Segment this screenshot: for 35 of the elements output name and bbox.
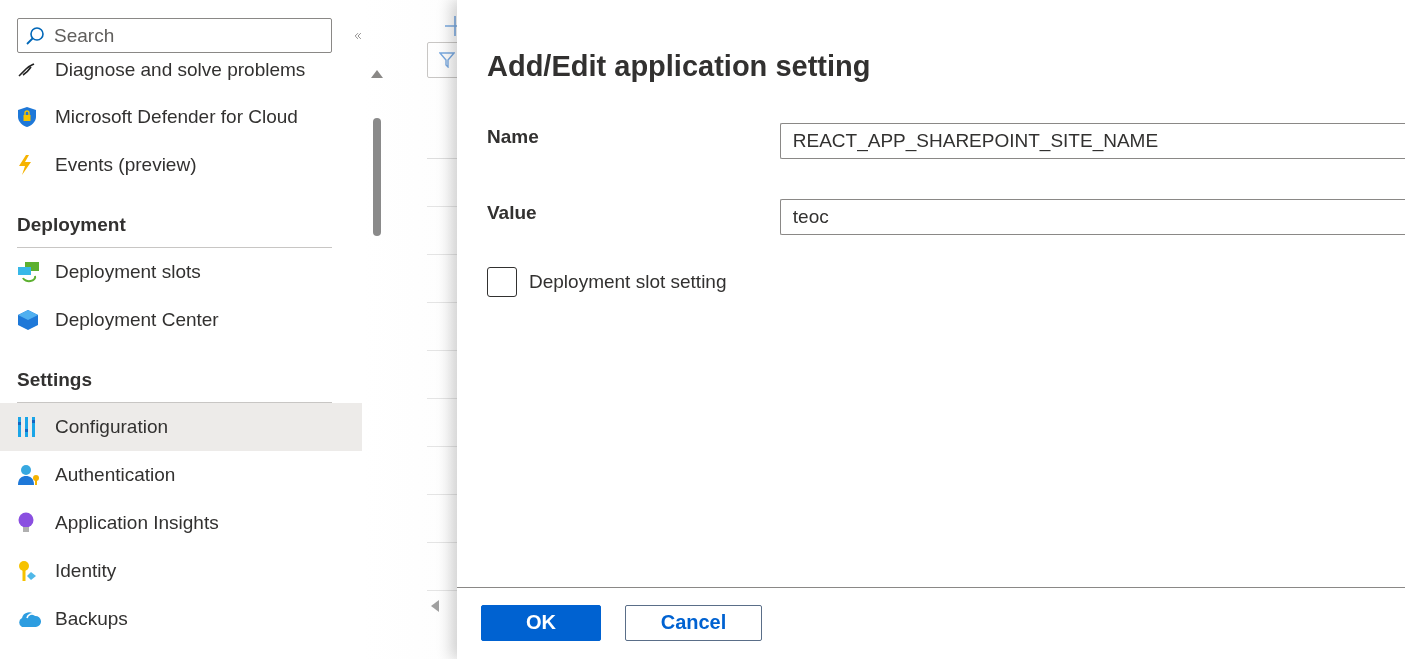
lightning-icon <box>17 154 33 176</box>
field-label: Value <box>487 202 538 224</box>
checkbox[interactable] <box>487 267 517 297</box>
nav-item[interactable]: Application Insights <box>0 499 362 547</box>
scroll-left-icon[interactable] <box>431 600 439 612</box>
checkbox-label: Deployment slot setting <box>529 271 727 293</box>
sliders-icon <box>17 416 37 438</box>
slots-icon <box>17 261 41 283</box>
nav-item[interactable]: Authentication <box>0 451 362 499</box>
nav-item[interactable]: Deployment Center <box>0 296 362 344</box>
user-key-icon <box>17 464 41 486</box>
key-icon <box>17 560 37 582</box>
nav-item[interactable]: Diagnose and solve problems <box>0 53 362 93</box>
input-field[interactable]: teoc <box>779 199 1405 235</box>
shield-icon <box>17 106 37 128</box>
nav-item[interactable]: Events (preview) <box>0 141 362 189</box>
filter-icon <box>439 52 455 68</box>
input-field[interactable]: REACT_APP_SHAREPOINT_SITE_NAME <box>779 123 1405 159</box>
search-icon <box>25 26 45 46</box>
section-header: Deployment <box>17 213 332 248</box>
search-field[interactable]: Search <box>17 18 332 53</box>
nav-item[interactable]: Microsoft Defender for Cloud <box>0 93 362 141</box>
nav-item[interactable]: Backups <box>0 595 362 643</box>
cube-icon <box>17 309 39 331</box>
cancel-button[interactable]: Cancel <box>625 604 762 641</box>
field-label: Name <box>487 126 540 148</box>
scrollbar-thumb[interactable] <box>373 118 381 236</box>
scroll-up-icon[interactable] <box>371 70 383 78</box>
lightbulb-icon <box>17 512 35 534</box>
cloud-icon <box>17 609 41 629</box>
dialog-title: Add/Edit application setting <box>487 50 872 83</box>
nav-item[interactable]: Identity <box>0 547 362 595</box>
nav-item[interactable]: Configuration <box>0 403 362 451</box>
nav-item[interactable]: Deployment slots <box>0 248 362 296</box>
ok-button[interactable]: OK <box>481 604 601 641</box>
